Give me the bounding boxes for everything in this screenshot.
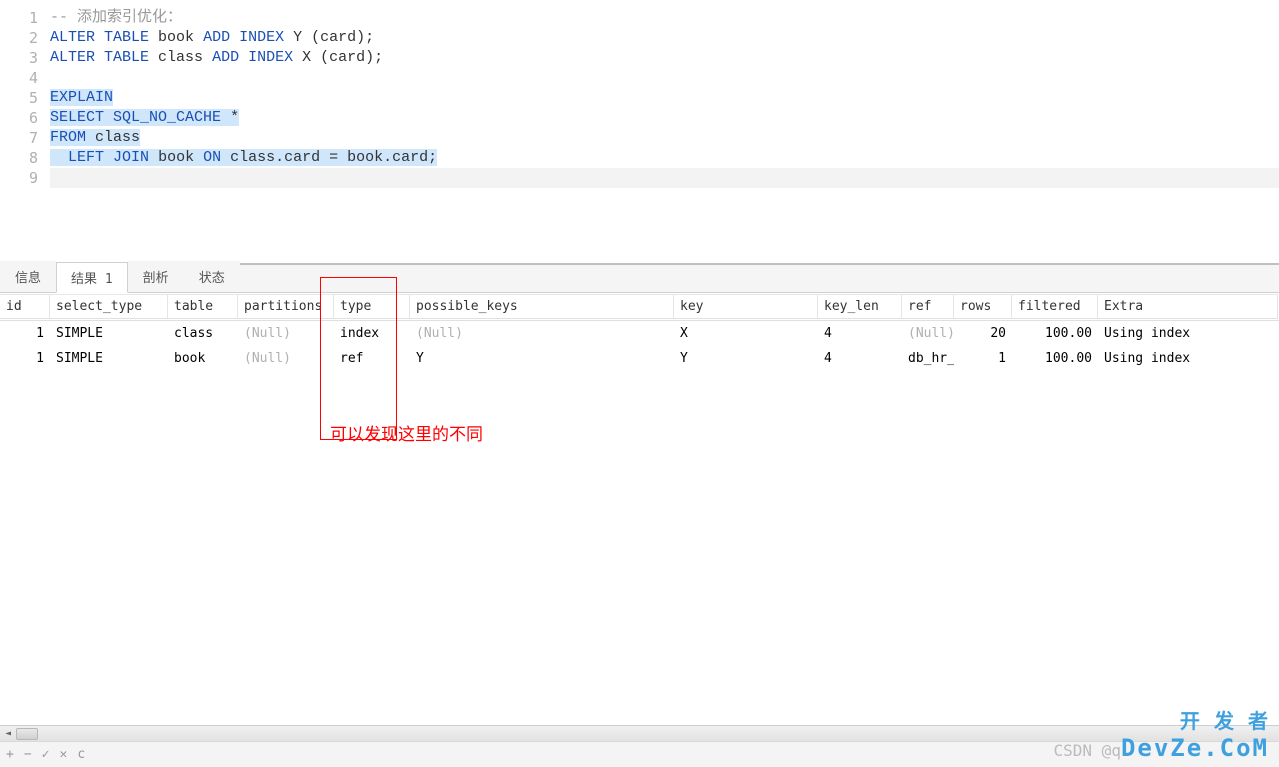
grid-body: 1▶SIMPLEclass(Null)index(Null)X4(Null)20…	[0, 321, 1279, 371]
col-Extra[interactable]: Extra	[1098, 294, 1278, 319]
scroll-left-icon[interactable]: ◄	[0, 727, 16, 741]
cell-possible_keys[interactable]: Y	[410, 348, 674, 369]
col-partitions[interactable]: partitions	[238, 294, 334, 319]
col-ref[interactable]: ref	[902, 294, 954, 319]
tab-信息[interactable]: 信息	[0, 261, 56, 292]
cell-type[interactable]: index	[334, 323, 410, 344]
col-filtered[interactable]: filtered	[1012, 294, 1098, 319]
cell-filtered[interactable]: 100.00	[1012, 348, 1098, 369]
cell-rows[interactable]: 20	[954, 323, 1012, 344]
toolbar-add-icon[interactable]: +	[6, 747, 14, 762]
cell-id[interactable]: 1▶	[0, 323, 50, 344]
cell-select_type[interactable]: SIMPLE	[50, 323, 168, 344]
col-id[interactable]: id	[0, 294, 50, 319]
watermark-dev: DevZe.CoM	[1121, 734, 1269, 762]
cell-Extra[interactable]: Using index	[1098, 348, 1278, 369]
cell-key[interactable]: Y	[674, 348, 818, 369]
results-area: idselect_typetablepartitionstypepossible…	[0, 293, 1279, 371]
scroll-thumb[interactable]	[16, 728, 38, 740]
cell-partitions[interactable]: (Null)	[238, 323, 334, 344]
col-key[interactable]: key	[674, 294, 818, 319]
col-type[interactable]: type	[334, 294, 410, 319]
grid-header: idselect_typetablepartitionstypepossible…	[0, 293, 1279, 321]
cell-key_len[interactable]: 4	[818, 348, 902, 369]
cell-filtered[interactable]: 100.00	[1012, 323, 1098, 344]
watermark-top: 开 发 者	[1180, 709, 1269, 733]
cell-rows[interactable]: 1	[954, 348, 1012, 369]
toolbar-check-icon[interactable]: ✓	[42, 747, 50, 762]
annotation-text: 可以发现这里的不同	[330, 420, 483, 445]
tab-剖析[interactable]: 剖析	[128, 261, 184, 292]
result-tabs: 信息结果 1剖析状态	[0, 265, 1279, 293]
toolbar-refresh-icon[interactable]: c	[77, 747, 85, 762]
cell-table[interactable]: class	[168, 323, 238, 344]
watermark: 开 发 者 CSDN @qDevZe.CoM	[1054, 705, 1269, 762]
table-row[interactable]: 1SIMPLEbook(Null)refYY4db_hr_1100.00Usin…	[0, 346, 1279, 371]
sql-editor[interactable]: 123456789 -- 添加索引优化：ALTER TABLE book ADD…	[0, 0, 1279, 265]
tab-结果 1[interactable]: 结果 1	[56, 262, 128, 293]
col-possible_keys[interactable]: possible_keys	[410, 294, 674, 319]
col-key_len[interactable]: key_len	[818, 294, 902, 319]
cell-table[interactable]: book	[168, 348, 238, 369]
cell-partitions[interactable]: (Null)	[238, 348, 334, 369]
tab-状态[interactable]: 状态	[184, 261, 240, 292]
watermark-csdn: CSDN @q	[1054, 741, 1121, 760]
cell-key[interactable]: X	[674, 323, 818, 344]
cell-type[interactable]: ref	[334, 348, 410, 369]
cell-Extra[interactable]: Using index	[1098, 323, 1278, 344]
toolbar-cancel-icon[interactable]: ✕	[59, 747, 67, 762]
col-table[interactable]: table	[168, 294, 238, 319]
cell-id[interactable]: 1	[0, 348, 50, 369]
cell-select_type[interactable]: SIMPLE	[50, 348, 168, 369]
toolbar-minus-icon[interactable]: −	[24, 747, 32, 762]
code-content[interactable]: -- 添加索引优化：ALTER TABLE book ADD INDEX Y (…	[50, 0, 1279, 263]
table-row[interactable]: 1▶SIMPLEclass(Null)index(Null)X4(Null)20…	[0, 321, 1279, 346]
cell-possible_keys[interactable]: (Null)	[410, 323, 674, 344]
col-rows[interactable]: rows	[954, 294, 1012, 319]
cell-key_len[interactable]: 4	[818, 323, 902, 344]
cell-ref[interactable]: (Null)	[902, 323, 954, 344]
col-select_type[interactable]: select_type	[50, 294, 168, 319]
cell-ref[interactable]: db_hr_	[902, 348, 954, 369]
line-gutter: 123456789	[0, 0, 50, 263]
